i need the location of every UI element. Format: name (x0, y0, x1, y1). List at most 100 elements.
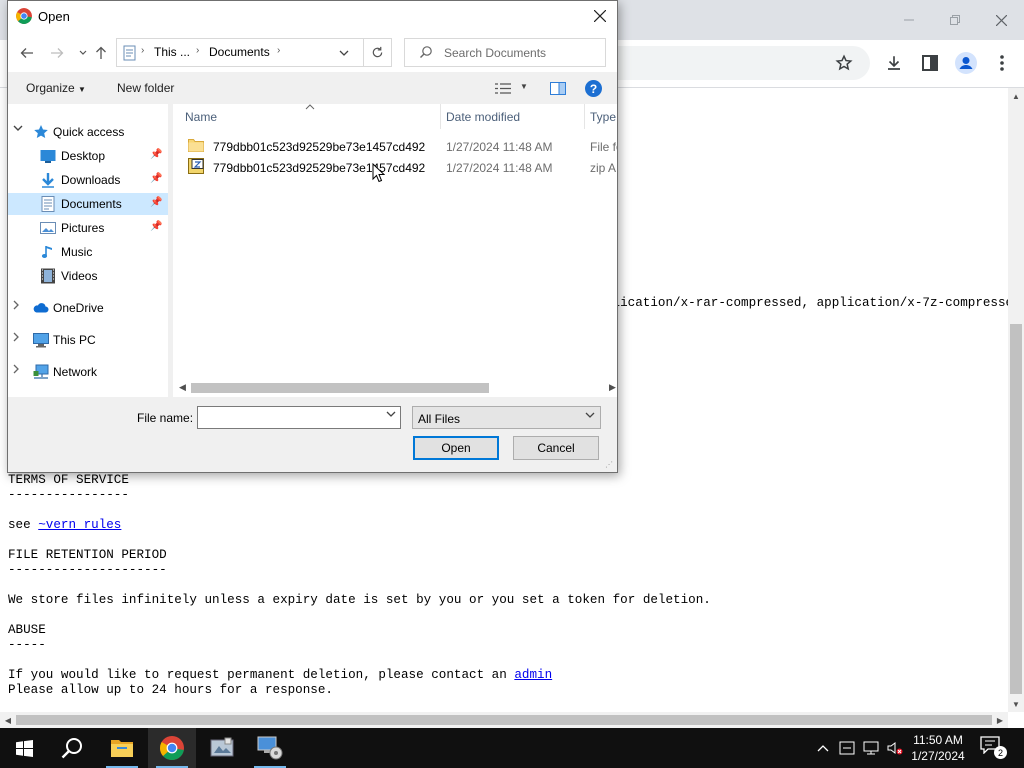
column-header-date-modified[interactable]: Date modified (446, 104, 520, 129)
network-tray-icon[interactable] (863, 740, 879, 756)
nav-item-desktop[interactable]: Desktop 📌 (8, 145, 168, 167)
volume-tray-icon[interactable] (887, 740, 903, 756)
search-icon (420, 46, 432, 58)
up-button[interactable] (90, 42, 112, 64)
page-horizontal-scrollbar[interactable]: ◀ ▶ (0, 712, 1008, 728)
recent-locations-button[interactable] (76, 42, 90, 64)
onedrive-icon (33, 303, 49, 313)
file-explorer-button[interactable] (98, 728, 146, 768)
navigation-pane: Quick access Desktop 📌 Downloads 📌 Docum… (8, 104, 168, 397)
nav-item-pictures[interactable]: Pictures 📌 (8, 217, 168, 239)
view-dropdown-arrow[interactable]: ▼ (520, 82, 528, 91)
file-list: Name Date modified Type 779dbb01c523d925… (173, 104, 617, 397)
file-list-horizontal-scrollbar[interactable]: ◀ ▶ (173, 379, 617, 396)
response-text: Please allow up to 24 hours for a respon… (8, 683, 333, 697)
browser-close-button[interactable] (978, 0, 1024, 40)
app-taskbar-button[interactable] (198, 728, 246, 768)
chevron-right-icon (13, 364, 19, 374)
search-button[interactable] (48, 728, 96, 768)
cancel-button[interactable]: Cancel (513, 436, 599, 460)
bookmark-button[interactable] (831, 50, 857, 76)
side-panel-button[interactable] (917, 50, 943, 76)
column-header-type[interactable]: Type (590, 104, 616, 129)
forward-button[interactable] (46, 42, 68, 64)
pin-icon: 📌 (150, 221, 163, 232)
column-header-name[interactable]: Name (185, 104, 217, 129)
admin-link[interactable]: admin (514, 668, 552, 682)
nav-item-downloads[interactable]: Downloads 📌 (8, 169, 168, 191)
browser-menu-button[interactable] (989, 50, 1015, 76)
restore-button[interactable] (932, 0, 978, 40)
file-list-scroll-thumb[interactable] (191, 383, 489, 393)
retention-rule: --------------------- (8, 563, 167, 577)
remote-desktop-taskbar-button[interactable] (246, 728, 294, 768)
contact-line: If you would like to request permanent d… (8, 668, 552, 683)
chrome-taskbar-button[interactable] (148, 728, 196, 768)
system-clock[interactable]: 11:50 AM 1/27/2024 (904, 732, 972, 764)
nav-item-onedrive[interactable]: OneDrive (8, 297, 168, 319)
dialog-command-bar: Organize ▼ New folder ▼ ? (8, 72, 617, 104)
nav-item-videos[interactable]: Videos (8, 265, 168, 287)
file-type-filter-select[interactable]: All Files (412, 406, 601, 429)
help-button[interactable]: ? (585, 80, 602, 97)
open-button[interactable]: Open (413, 436, 499, 460)
page-horizontal-scroll-thumb[interactable] (16, 715, 992, 725)
minimize-button[interactable] (886, 0, 932, 40)
file-row-folder[interactable]: 779dbb01c523d92529be73e1457cd492 1/27/20… (173, 136, 617, 157)
profile-button[interactable] (953, 50, 979, 76)
nav-item-documents[interactable]: Documents 📌 (8, 193, 168, 215)
back-button[interactable] (16, 42, 38, 64)
new-folder-button[interactable]: New folder (117, 81, 174, 95)
view-options-icon[interactable] (495, 82, 511, 95)
folder-path-bar[interactable]: › This ... › Documents › (116, 38, 364, 67)
desktop-icon (40, 150, 56, 163)
network-icon (863, 741, 879, 755)
dialog-title-bar: Open (8, 1, 617, 32)
arrow-right-icon (51, 48, 64, 58)
refresh-button[interactable] (364, 38, 392, 67)
chevron-right-icon (13, 300, 19, 310)
rules-link[interactable]: ~vern rules (38, 518, 121, 532)
file-explorer-icon (111, 740, 133, 757)
downloads-button[interactable] (881, 50, 907, 76)
chevron-down-icon[interactable] (386, 411, 396, 418)
page-vertical-scrollbar[interactable]: ▲ ▼ (1008, 88, 1024, 712)
scroll-right-arrow[interactable]: ▶ (609, 382, 616, 393)
security-tray-icon[interactable] (839, 740, 855, 756)
action-center-button[interactable]: 2 (980, 736, 1007, 760)
nav-item-quick-access[interactable]: Quick access (8, 121, 168, 143)
nav-item-network[interactable]: Network (8, 361, 168, 383)
clock-date: 1/27/2024 (911, 749, 965, 763)
file-name-input[interactable] (197, 406, 401, 429)
breadcrumb-documents[interactable]: Documents (209, 45, 270, 59)
nav-item-this-pc[interactable]: This PC (8, 329, 168, 351)
file-row-zip[interactable]: 779dbb01c523d92529be73e1457cd492 1/27/20… (173, 157, 617, 178)
chrome-icon (160, 736, 184, 760)
show-hidden-icons-button[interactable] (815, 740, 831, 756)
nav-item-music[interactable]: Music (8, 241, 168, 263)
file-name-label: File name: (137, 411, 194, 425)
downloads-icon (42, 173, 54, 188)
retention-text: We store files infinitely unless a expir… (8, 593, 711, 607)
rules-line: see ~vern rules (8, 518, 121, 533)
organize-menu[interactable]: Organize ▼ (26, 81, 86, 95)
taskbar: 11:50 AM 1/27/2024 2 (0, 728, 1024, 768)
chevron-down-icon[interactable] (339, 50, 349, 57)
search-documents-input[interactable]: Search Documents (404, 38, 606, 67)
preview-pane-icon[interactable] (550, 82, 566, 95)
start-button[interactable] (0, 728, 48, 768)
documents-icon (41, 196, 55, 212)
page-vertical-scroll-thumb[interactable] (1010, 324, 1022, 694)
scroll-up-arrow[interactable]: ▲ (1008, 88, 1024, 104)
dialog-close-button[interactable] (587, 3, 613, 29)
scroll-right-arrow[interactable]: ▶ (992, 712, 1008, 728)
scroll-down-arrow[interactable]: ▼ (1008, 696, 1024, 712)
chevron-down-icon (13, 125, 23, 131)
pin-icon: 📌 (150, 149, 163, 160)
scroll-left-arrow[interactable]: ◀ (179, 382, 186, 393)
chevron-up-icon (817, 745, 829, 752)
resize-grip[interactable]: ⋰ (605, 460, 615, 470)
breadcrumb-this-pc[interactable]: This ... (154, 45, 190, 59)
scroll-left-arrow[interactable]: ◀ (0, 712, 16, 728)
zip-archive-icon (188, 158, 204, 174)
